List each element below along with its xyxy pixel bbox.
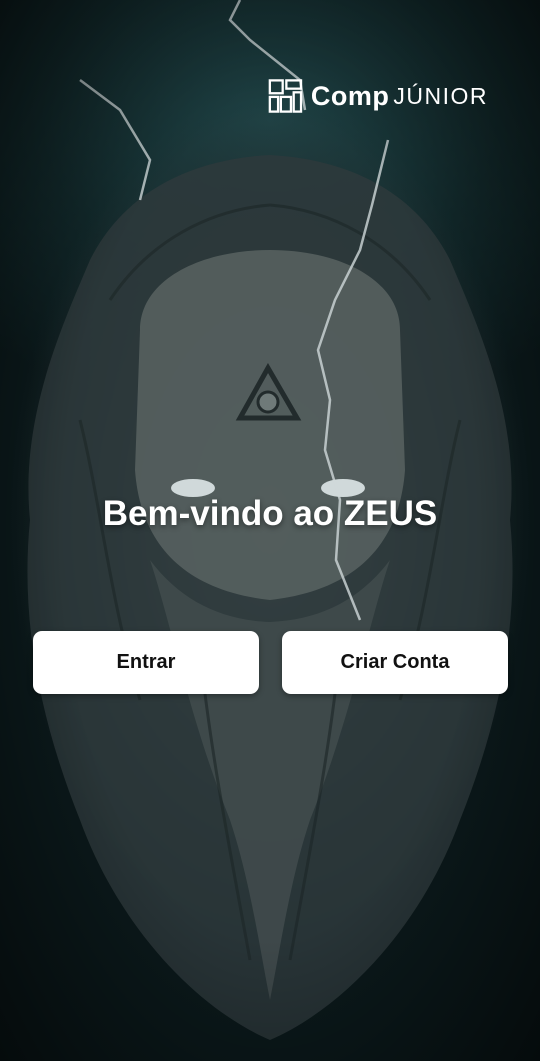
welcome-title: Bem-vindo ao ZEUS [102, 494, 438, 533]
comp-junior-logo: Comp JÚNIOR [268, 76, 488, 116]
logo-subword: JÚNIOR [393, 82, 488, 109]
login-button[interactable]: Entrar [33, 631, 259, 694]
grid-blocks-icon [268, 79, 303, 113]
logo-word: Comp [310, 80, 390, 111]
signup-button[interactable]: Criar Conta [282, 631, 508, 694]
welcome-screen: Comp JÚNIOR Bem-vindo ao ZEUS Entrar Cri… [0, 0, 540, 1061]
